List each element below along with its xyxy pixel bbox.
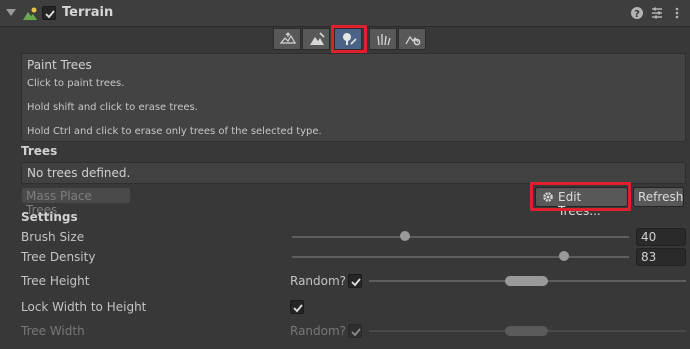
tree-width-range-handle xyxy=(505,326,548,336)
tree-height-random-label: Random? xyxy=(290,274,347,288)
kebab-menu-icon[interactable] xyxy=(670,6,684,20)
tree-height-label: Tree Height xyxy=(21,274,90,288)
tree-height-random-checkbox[interactable] xyxy=(348,274,362,288)
foldout-arrow-icon[interactable] xyxy=(6,9,16,16)
tree-height-range-handle[interactable] xyxy=(505,276,548,286)
help-line: Hold Ctrl and click to erase only trees … xyxy=(27,126,322,137)
tool-terrain-settings-button[interactable] xyxy=(398,28,426,50)
trees-list: No trees defined. xyxy=(21,162,686,184)
tree-width-random-label: Random? xyxy=(290,324,347,338)
trees-empty-text: No trees defined. xyxy=(27,166,131,180)
terrain-component-icon xyxy=(22,6,38,22)
lock-width-label: Lock Width to Height xyxy=(21,300,147,314)
component-enabled-checkbox[interactable] xyxy=(42,6,56,20)
paint-trees-help-box: Paint Trees Click to paint trees. Hold s… xyxy=(21,53,686,142)
brush-size-slider-thumb[interactable] xyxy=(400,231,410,241)
tree-density-field[interactable]: 83 xyxy=(636,248,686,266)
help-line: Hold shift and click to erase trees. xyxy=(27,102,198,113)
brush-size-label: Brush Size xyxy=(21,230,85,244)
help-title: Paint Trees xyxy=(27,58,92,72)
tree-width-label: Tree Width xyxy=(21,324,85,338)
tool-paint-details-button[interactable] xyxy=(369,28,397,50)
trees-section-header: Trees xyxy=(21,144,58,158)
brush-size-field[interactable]: 40 xyxy=(636,228,686,246)
help-line: Click to paint trees. xyxy=(27,78,125,89)
tree-density-label: Tree Density xyxy=(21,250,96,264)
raise-terrain-icon xyxy=(280,32,296,44)
tree-density-slider-track[interactable] xyxy=(292,256,629,258)
help-icon[interactable]: ? xyxy=(630,6,644,20)
svg-text:?: ? xyxy=(634,9,640,20)
edit-trees-highlight xyxy=(530,182,631,211)
component-title: Terrain xyxy=(62,5,114,20)
tool-raise-terrain-button[interactable] xyxy=(273,28,301,50)
lock-width-checkbox[interactable] xyxy=(290,300,304,314)
paint-texture-icon xyxy=(310,32,325,45)
brush-size-slider-track[interactable] xyxy=(292,236,629,238)
paint-trees-highlight xyxy=(331,25,367,53)
settings-section-header: Settings xyxy=(21,210,78,224)
paint-details-icon xyxy=(377,34,391,46)
terrain-settings-icon xyxy=(405,35,421,46)
presets-icon[interactable] xyxy=(650,6,664,20)
tree-width-random-checkbox xyxy=(348,324,362,338)
mass-place-trees-button[interactable]: Mass Place Trees xyxy=(21,187,131,217)
refresh-button[interactable]: Refresh xyxy=(633,187,684,207)
tool-paint-texture-button[interactable] xyxy=(302,28,330,50)
tree-density-slider-thumb[interactable] xyxy=(559,251,569,261)
